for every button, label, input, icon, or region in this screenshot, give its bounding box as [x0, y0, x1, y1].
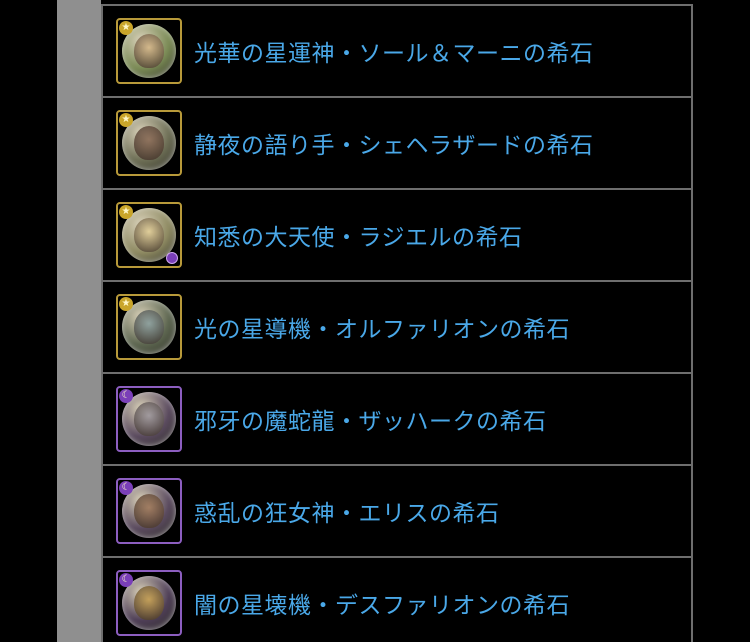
monster-portrait-icon — [134, 402, 164, 436]
monster-portrait-icon — [134, 494, 164, 528]
item-thumbnail[interactable]: ★ — [116, 202, 182, 268]
list-item[interactable]: ☾ 邪牙の魔蛇龍・ザッハークの希石 — [103, 372, 691, 464]
item-link-label[interactable]: 光の星導機・オルファリオンの希石 — [194, 310, 570, 344]
light-attribute-icon: ★ — [119, 205, 133, 219]
list-item[interactable]: ☾ 惑乱の狂女神・エリスの希石 — [103, 464, 691, 556]
item-thumbnail[interactable]: ★ — [116, 294, 182, 360]
light-attribute-icon: ★ — [119, 113, 133, 127]
list-item[interactable]: ★ 知悉の大天使・ラジエルの希石 — [103, 188, 691, 280]
item-link-label[interactable]: 知悉の大天使・ラジエルの希石 — [194, 218, 523, 252]
item-link-label[interactable]: 闇の星壊機・デスファリオンの希石 — [194, 586, 570, 620]
page: ★ 光華の星運神・ソール＆マーニの希石 ★ 静夜の語り手・シェヘラザードの希石 … — [0, 0, 750, 642]
light-attribute-icon: ★ — [119, 297, 133, 311]
item-link-label[interactable]: 惑乱の狂女神・エリスの希石 — [194, 494, 500, 528]
left-rail — [57, 0, 101, 642]
dark-attribute-icon: ☾ — [119, 389, 133, 403]
list-item[interactable]: ☾ 闇の星壊機・デスファリオンの希石 — [103, 556, 691, 642]
monster-portrait-icon — [134, 34, 164, 68]
dark-subattribute-icon — [166, 252, 178, 264]
item-thumbnail[interactable]: ☾ — [116, 570, 182, 636]
list-item[interactable]: ★ 静夜の語り手・シェヘラザードの希石 — [103, 96, 691, 188]
item-link-label[interactable]: 邪牙の魔蛇龍・ザッハークの希石 — [194, 402, 547, 436]
dark-attribute-icon: ☾ — [119, 481, 133, 495]
light-attribute-icon: ★ — [119, 21, 133, 35]
list-item[interactable]: ★ 光華の星運神・ソール＆マーニの希石 — [103, 4, 691, 96]
evolution-stone-list: ★ 光華の星運神・ソール＆マーニの希石 ★ 静夜の語り手・シェヘラザードの希石 … — [101, 4, 693, 642]
item-thumbnail[interactable]: ★ — [116, 110, 182, 176]
monster-portrait-icon — [134, 218, 164, 252]
item-link-label[interactable]: 光華の星運神・ソール＆マーニの希石 — [194, 34, 594, 68]
list-item[interactable]: ★ 光の星導機・オルファリオンの希石 — [103, 280, 691, 372]
monster-portrait-icon — [134, 586, 164, 620]
dark-attribute-icon: ☾ — [119, 573, 133, 587]
monster-portrait-icon — [134, 310, 164, 344]
item-thumbnail[interactable]: ☾ — [116, 478, 182, 544]
monster-portrait-icon — [134, 126, 164, 160]
item-thumbnail[interactable]: ★ — [116, 18, 182, 84]
item-thumbnail[interactable]: ☾ — [116, 386, 182, 452]
item-link-label[interactable]: 静夜の語り手・シェヘラザードの希石 — [194, 126, 594, 160]
